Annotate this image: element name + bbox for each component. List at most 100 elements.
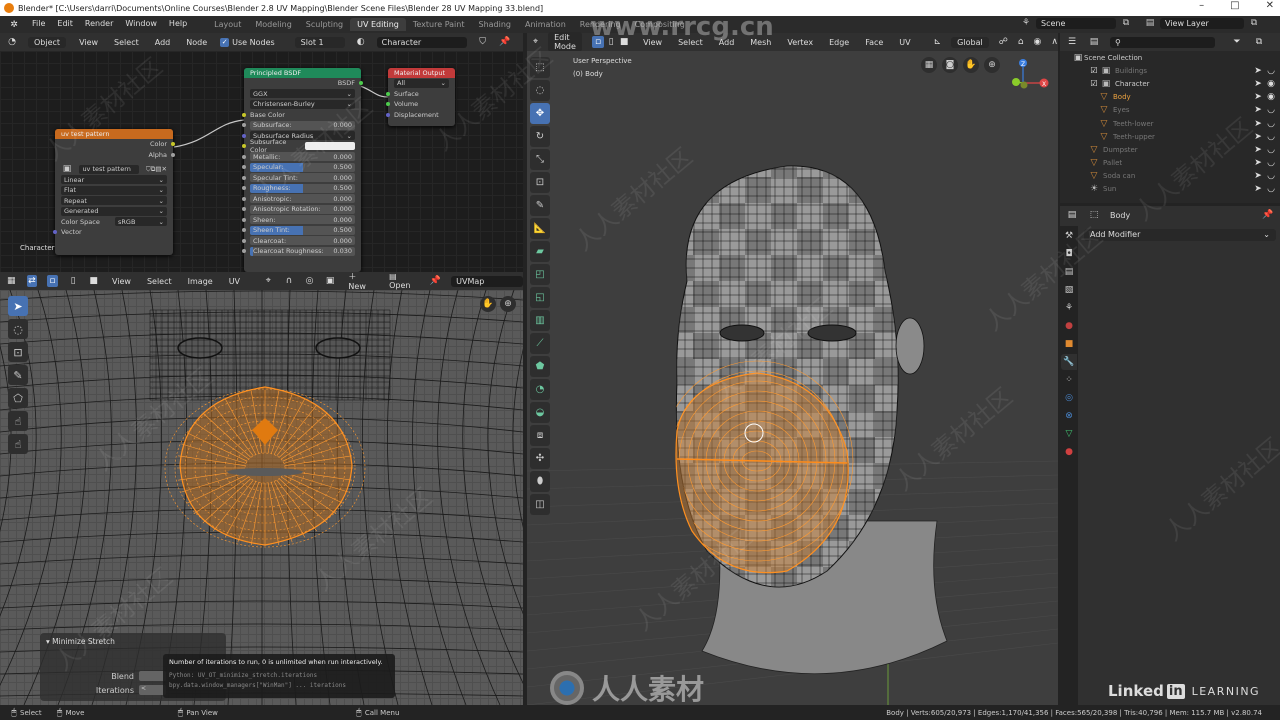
outliner-item-teeth-lower[interactable]: ▽ Teeth-lower ➤ ◡	[1060, 117, 1280, 130]
tab-scene-icon[interactable]: ⚘	[1061, 300, 1077, 316]
vp-menu-vertex[interactable]: Vertex	[784, 37, 816, 48]
viewport-tool-extrude[interactable]: ▰	[530, 240, 550, 262]
select-arrow-icon[interactable]: ➤	[1252, 118, 1264, 130]
viewport-tool-knife[interactable]: ⟋	[530, 332, 550, 354]
viewport-tool-annotate[interactable]: ✎	[530, 194, 550, 216]
viewport-tool-transform[interactable]: ⊡	[530, 171, 550, 193]
param-slider[interactable]: Sheen: 0.000	[250, 215, 355, 225]
material-selector[interactable]: Character	[376, 36, 467, 48]
new-scene-icon[interactable]: ⧉	[1120, 17, 1132, 29]
slot-dropdown[interactable]: Slot 1	[294, 36, 345, 48]
bsdf-param-row[interactable]: Sheen Tint: 0.500	[242, 225, 355, 236]
sync-selection-icon[interactable]: ⇄	[26, 275, 38, 287]
uv-tool-pinch[interactable]: ☝	[8, 434, 28, 454]
visibility-eye-icon[interactable]: ◡	[1265, 104, 1277, 116]
falloff-icon[interactable]: ∧	[1051, 36, 1058, 48]
outliner-item-buildings[interactable]: ☑ ▣ Buildings ➤ ◡	[1060, 64, 1280, 77]
image-browse-icon[interactable]: ▣	[61, 163, 73, 175]
view-layer-selector[interactable]: View Layer	[1160, 17, 1244, 29]
visibility-eye-icon[interactable]: ◉	[1265, 91, 1277, 103]
bsdf-param-row[interactable]: Clearcoat: 0.000	[242, 236, 355, 247]
scene-icon[interactable]: ⚘	[1020, 17, 1032, 29]
tab-physics-icon[interactable]: ◎	[1061, 390, 1077, 406]
socket-base-color[interactable]	[242, 112, 246, 117]
principled-bsdf-node[interactable]: Principled BSDF BSDF GGX ⌄ Christensen-Bu…	[242, 68, 363, 272]
socket-vector[interactable]	[53, 230, 57, 235]
uv-menu-image[interactable]: Image	[185, 276, 216, 287]
pan-hand-icon[interactable]: ✋	[963, 57, 979, 73]
orientation-icon[interactable]: ⊾	[934, 36, 942, 48]
socket-volume[interactable]	[386, 102, 390, 107]
outliner-item-sun[interactable]: ☀ Sun ➤ ◡	[1060, 183, 1280, 196]
blend-field[interactable]	[139, 671, 166, 681]
bsdf-param-row[interactable]: Subsurface: 0.000	[242, 120, 355, 131]
outliner-item-pallet[interactable]: ▽ Pallet ➤ ◡	[1060, 157, 1280, 170]
open-image-button[interactable]: ▤ Open	[386, 271, 420, 291]
tab-uv-editing[interactable]: UV Editing	[350, 18, 406, 31]
interpolation-dropdown[interactable]: Linear ⌄	[61, 175, 167, 185]
color-space-dropdown[interactable]: sRGB ⌄	[115, 217, 167, 227]
material-output-node[interactable]: Material Output All ⌄ Surface Volume Disp…	[386, 68, 455, 126]
param-socket[interactable]	[242, 228, 246, 233]
toggle-ortho-icon[interactable]: ▦	[921, 57, 937, 73]
viewport-type-icon[interactable]: ⌖	[533, 36, 538, 48]
viewport-tool-rotate[interactable]: ↻	[530, 125, 550, 147]
visibility-eye-icon[interactable]: ◡	[1265, 183, 1277, 195]
pin-icon[interactable]: 📌	[1262, 209, 1274, 221]
visibility-eye-icon[interactable]: ◡	[1265, 65, 1277, 77]
param-socket[interactable]	[242, 207, 246, 212]
tab-view-layer-icon[interactable]: ▧	[1061, 282, 1077, 298]
viewport-tool-move[interactable]: ✥	[530, 102, 550, 124]
tab-constraints-icon[interactable]: ⊗	[1061, 408, 1077, 424]
bsdf-param-row[interactable]: Clearcoat Roughness: 0.030	[242, 246, 355, 257]
param-slider[interactable]: Anisotropic Rotation: 0.000	[250, 204, 355, 214]
menu-window[interactable]: Window	[125, 19, 157, 31]
menu-edit[interactable]: Edit	[57, 19, 73, 31]
tab-output-icon[interactable]: ▤	[1061, 264, 1077, 280]
outliner[interactable]: ▣ Scene Collection ☑ ▣ Buildings ➤ ◡ ☑ ▣ Char…	[1060, 51, 1280, 203]
image-actions-icons[interactable]: ⛉⧉▤✕	[146, 165, 167, 174]
properties-editor[interactable]: ▤ ⬚ Body 📌 ⚒ ◘ ▤ ▧ ⚘ ● ■ 🔧 ⁘ ◎ ⊗ ▽ ● Add Modifier ⌄	[1060, 206, 1280, 705]
tab-material-icon[interactable]: ●	[1061, 444, 1077, 460]
tab-texture-paint[interactable]: Texture Paint	[406, 18, 472, 31]
add-modifier-dropdown[interactable]: Add Modifier ⌄	[1084, 229, 1276, 241]
viewport-tool-shrink-fatten[interactable]: ✣	[530, 447, 550, 469]
distribution-dropdown[interactable]: GGX ⌄	[250, 89, 355, 99]
viewport-tool-inset[interactable]: ◰	[530, 263, 550, 285]
param-slider[interactable]: Specular: 0.500	[250, 162, 355, 172]
node-menu-view[interactable]: View	[76, 37, 101, 48]
outliner-search-input[interactable]: ⚲	[1110, 36, 1215, 48]
viewport-tool-rip[interactable]: ◫	[530, 493, 550, 515]
param-slider[interactable]: Clearcoat: 0.000	[250, 236, 355, 246]
param-socket[interactable]	[242, 144, 246, 149]
menu-render[interactable]: Render	[85, 19, 113, 31]
face-select-icon[interactable]: ■	[88, 275, 99, 287]
source-dropdown[interactable]: Generated ⌄	[61, 206, 167, 216]
param-slider[interactable]: Sheen Tint: 0.500	[250, 225, 355, 235]
object-mode-dropdown[interactable]: Object	[28, 36, 67, 48]
menu-file[interactable]: File	[32, 19, 45, 31]
view-layer-icon[interactable]: ▤	[1144, 17, 1156, 29]
viewport-tool-poly-build[interactable]: ⬟	[530, 355, 550, 377]
tab-animation[interactable]: Animation	[518, 18, 573, 31]
pan-hand-icon[interactable]: ✋	[480, 296, 496, 312]
viewport-tool-loop-cut[interactable]: ▥	[530, 309, 550, 331]
visibility-eye-icon[interactable]: ◡	[1265, 157, 1277, 169]
viewport-tool-smooth[interactable]: ◒	[530, 401, 550, 423]
bsdf-param-row[interactable]: Roughness: 0.500	[242, 183, 355, 194]
output-target-dropdown[interactable]: All ⌄	[394, 78, 449, 88]
menu-help[interactable]: Help	[169, 19, 187, 31]
viewport-tool-measure[interactable]: 📐	[530, 217, 550, 239]
socket-alpha[interactable]	[171, 152, 175, 157]
visibility-eye-icon[interactable]: ◡	[1265, 131, 1277, 143]
pivot-point-icon[interactable]: ☍	[999, 36, 1008, 48]
select-arrow-icon[interactable]: ➤	[1252, 65, 1264, 77]
exclude-checkbox[interactable]: ☑	[1088, 65, 1100, 77]
node-menu-node[interactable]: Node	[183, 37, 210, 48]
select-arrow-icon[interactable]: ➤	[1252, 157, 1264, 169]
axis-gizmo[interactable]: X Z	[999, 51, 1049, 101]
vp-menu-edge[interactable]: Edge	[826, 37, 852, 48]
param-slider[interactable]: Metallic: 0.000	[250, 152, 355, 162]
select-arrow-icon[interactable]: ➤	[1252, 144, 1264, 156]
tab-sculpting[interactable]: Sculpting	[299, 18, 350, 31]
